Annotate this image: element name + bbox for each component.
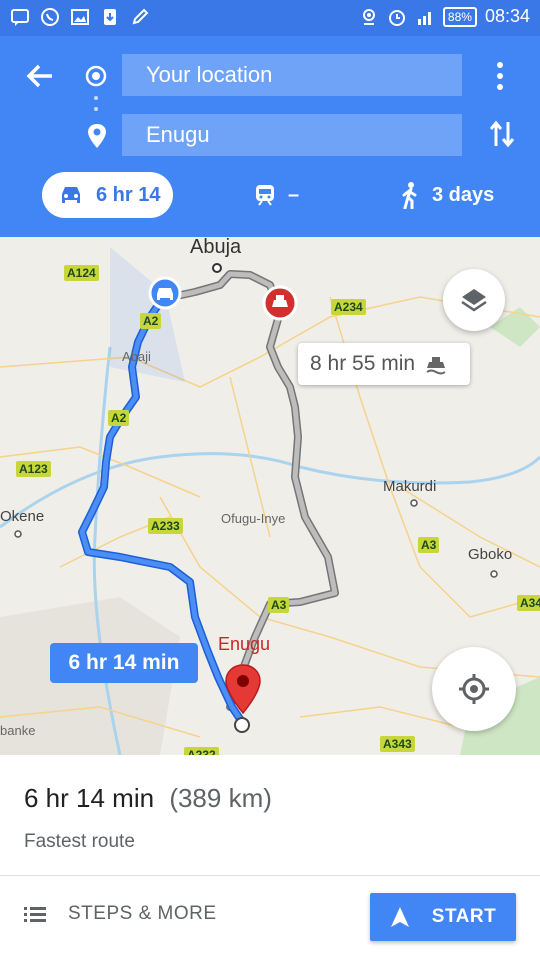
destination-pin-icon	[88, 124, 106, 148]
edit-icon	[132, 8, 149, 25]
ferry-marker-icon	[262, 285, 298, 321]
drive-time: 6 hr 14	[96, 183, 161, 206]
location-icon	[362, 8, 375, 25]
road-tag: A3	[418, 537, 440, 553]
road-tag: A343	[380, 736, 415, 752]
list-icon	[24, 907, 46, 922]
road-tag: A233	[148, 518, 183, 534]
route-eta: 6 hr 14 min (389 km)	[24, 783, 272, 814]
alarm-icon	[388, 9, 405, 26]
steps-label: STEPS & MORE	[68, 903, 217, 924]
clock: 08:34	[484, 6, 530, 26]
road-tag: A124	[64, 265, 99, 281]
download-icon	[104, 9, 116, 25]
route-summary-sheet: 6 hr 14 min (389 km) Fastest route STEPS…	[0, 755, 540, 960]
travel-mode-tabs: 6 hr 14 – 3 days	[0, 170, 540, 230]
route-duration: 6 hr 14 min	[24, 783, 155, 813]
place-label: Makurdi	[383, 478, 437, 495]
ferry-icon	[426, 357, 446, 375]
main-route-time-bubble[interactable]: 6 hr 14 min	[50, 643, 198, 683]
place-label: banke	[0, 723, 36, 738]
swap-icon[interactable]	[488, 118, 516, 150]
back-arrow-icon[interactable]	[22, 58, 58, 94]
layers-icon	[461, 289, 487, 312]
tab-transit[interactable]: –	[254, 174, 299, 216]
start-label: START	[431, 906, 497, 927]
origin-field[interactable]: Your location	[122, 54, 462, 96]
road-tag: A3	[268, 597, 290, 613]
transit-time: –	[288, 183, 300, 206]
signal-icon	[417, 11, 431, 25]
alt-route-time-bubble[interactable]: 8 hr 55 min	[298, 343, 470, 385]
tab-drive[interactable]: 6 hr 14	[42, 172, 173, 218]
layers-button[interactable]	[443, 269, 505, 331]
start-button[interactable]: START	[370, 893, 516, 941]
road-tag: A232	[184, 747, 219, 755]
route-description: Fastest route	[24, 831, 135, 852]
my-location-button[interactable]	[432, 647, 516, 731]
route-dots-icon	[94, 96, 98, 111]
road-tag: A234	[331, 299, 366, 315]
destination-map-label: Enugu	[218, 634, 271, 654]
more-options-icon[interactable]	[490, 60, 510, 92]
place-label: Ofugu-Inye	[221, 511, 286, 526]
divider	[0, 875, 540, 876]
walking-icon	[402, 182, 417, 209]
alt-route-time: 8 hr 55 min	[310, 352, 416, 375]
map-view[interactable]: Abuja Abaji Makurdi Okene Ofugu-Inye Gbo…	[0, 237, 540, 755]
whatsapp-icon	[41, 8, 59, 26]
road-tag: A2	[108, 410, 130, 426]
walk-time: 3 days	[432, 183, 495, 206]
origin-marker-icon	[85, 65, 107, 87]
message-icon	[11, 9, 29, 26]
destination-pin-icon	[225, 664, 261, 715]
road-tag: A123	[16, 461, 51, 477]
road-tag: A34	[517, 595, 540, 611]
place-label: Okene	[0, 508, 45, 525]
battery-level: 88%	[442, 6, 477, 27]
crosshair-icon	[459, 674, 489, 704]
place-label: Abuja	[190, 237, 242, 258]
place-label: Gboko	[468, 546, 513, 563]
status-bar: 88% 08:34	[0, 0, 540, 36]
steps-and-more-button[interactable]: STEPS & MORE	[24, 903, 217, 925]
car-icon	[62, 187, 80, 203]
tab-walk[interactable]: 3 days	[400, 174, 494, 216]
image-icon	[71, 9, 89, 25]
navigation-arrow-icon	[390, 907, 409, 927]
train-icon	[256, 185, 274, 206]
directions-header: Your location Enugu 6 hr 14 – 3 days	[0, 36, 540, 237]
road-tag: A2	[140, 313, 162, 329]
route-distance: (389 km)	[169, 783, 272, 813]
car-location-icon	[148, 276, 182, 310]
destination-field[interactable]: Enugu	[122, 114, 462, 156]
place-label: Abaji	[122, 349, 151, 364]
